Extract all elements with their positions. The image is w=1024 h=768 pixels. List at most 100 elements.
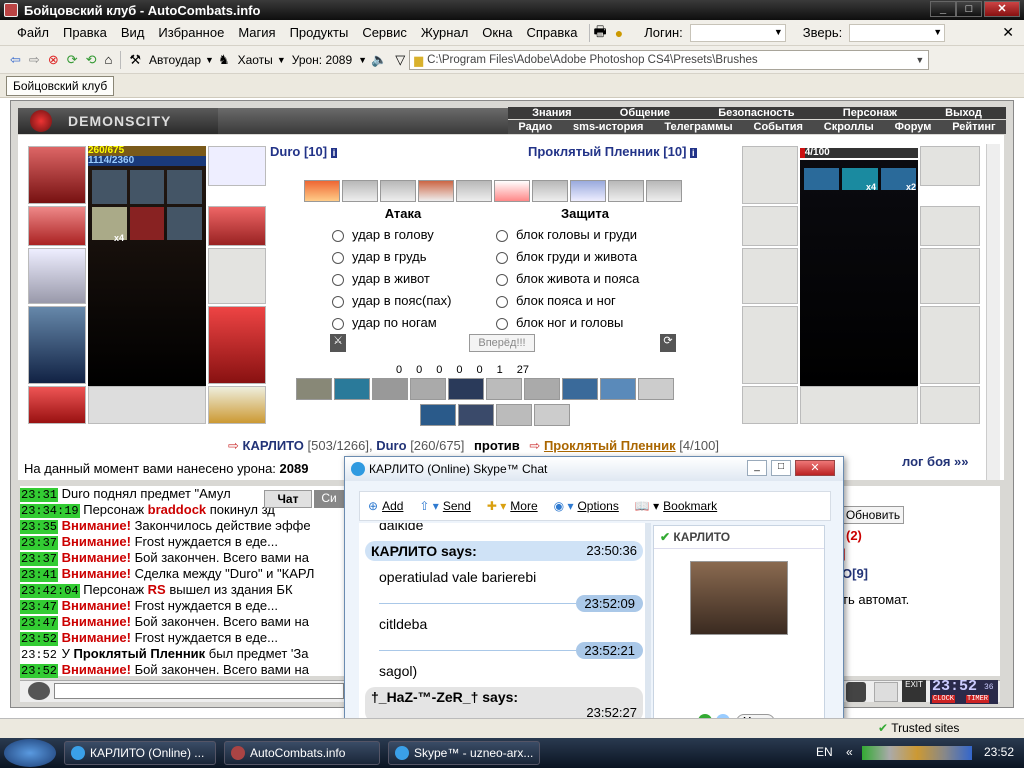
nav-rating[interactable]: Рейтинг bbox=[952, 121, 995, 133]
spell-icon[interactable] bbox=[638, 378, 674, 400]
exit-button[interactable]: EXIT bbox=[902, 680, 926, 702]
nav-events[interactable]: События bbox=[754, 121, 803, 133]
radio-icon[interactable] bbox=[496, 273, 508, 286]
task-skype[interactable]: Skype™ - uzneo-arx... bbox=[388, 741, 540, 765]
spell-icon[interactable] bbox=[562, 378, 598, 400]
nav-knowledge[interactable]: Знания bbox=[532, 107, 571, 119]
more-button[interactable]: More bbox=[510, 499, 537, 513]
p2-shield-slot[interactable] bbox=[920, 248, 980, 304]
nav-sms[interactable]: sms-история bbox=[573, 121, 643, 133]
settings-icon[interactable] bbox=[846, 682, 866, 702]
send-button[interactable]: Send bbox=[443, 499, 471, 513]
chevron-down-icon[interactable]: ▼ bbox=[915, 55, 924, 65]
autohit-button[interactable]: Автоудар bbox=[149, 53, 201, 67]
player-karlito[interactable]: КАРЛИТО bbox=[243, 438, 304, 453]
tray-icons[interactable] bbox=[862, 746, 972, 760]
menu-magic[interactable]: Магия bbox=[231, 25, 282, 40]
p2-weapon-slot[interactable] bbox=[742, 248, 798, 304]
spell-icon[interactable] bbox=[458, 404, 494, 426]
radio-icon[interactable] bbox=[332, 295, 344, 308]
belt-slot[interactable] bbox=[28, 386, 86, 424]
menu-edit[interactable]: Правка bbox=[56, 25, 114, 40]
clock[interactable]: 23:52 bbox=[984, 745, 1014, 759]
forward-button[interactable]: Вперёд!!! bbox=[469, 334, 535, 352]
radio-icon[interactable] bbox=[332, 251, 344, 264]
maximize-button[interactable]: □ bbox=[956, 1, 982, 17]
tray-expand-icon[interactable]: « bbox=[846, 745, 853, 759]
close-button[interactable]: ✕ bbox=[984, 1, 1020, 17]
spell-icon[interactable] bbox=[420, 404, 456, 426]
p2-legs-slot[interactable] bbox=[920, 306, 980, 384]
home-icon[interactable]: ⌂ bbox=[105, 52, 113, 67]
spell-icon[interactable] bbox=[296, 378, 332, 400]
clock-label[interactable]: CLOCK bbox=[932, 695, 956, 703]
radio-icon[interactable] bbox=[496, 317, 508, 330]
attack-chest-option[interactable]: удар в грудь bbox=[332, 246, 492, 268]
refresh-button[interactable]: Обновить bbox=[842, 506, 904, 524]
tools-icon[interactable]: ⚒ bbox=[129, 52, 141, 68]
bag-icon[interactable]: 🖶 bbox=[594, 21, 607, 45]
weapon-slot[interactable] bbox=[28, 248, 86, 304]
tab-fight-club[interactable]: Бойцовский клуб bbox=[6, 76, 115, 96]
skype-maximize-button[interactable]: □ bbox=[771, 460, 791, 476]
login-combo[interactable]: ▼ bbox=[689, 23, 786, 42]
nav-exit[interactable]: Выход bbox=[945, 107, 982, 119]
close-toolbar-icon[interactable]: ✕ bbox=[1002, 24, 1014, 41]
sound-icon[interactable]: 🔈 bbox=[371, 52, 387, 68]
stop-icon[interactable]: ⊗ bbox=[48, 52, 59, 68]
minimize-button[interactable]: _ bbox=[930, 1, 956, 17]
fire-scroll-icon[interactable] bbox=[304, 180, 340, 202]
boots-slot[interactable] bbox=[208, 386, 266, 424]
gloves-slot[interactable] bbox=[208, 206, 266, 246]
attack-groin-option[interactable]: удар в пояс(пах) bbox=[332, 290, 492, 312]
p2-belt-slot[interactable] bbox=[742, 386, 798, 424]
p2-bracer-slot[interactable] bbox=[742, 206, 798, 246]
attack-head-option[interactable]: удар в голову bbox=[332, 224, 492, 246]
chat-input[interactable] bbox=[54, 683, 344, 699]
radio-icon[interactable] bbox=[332, 317, 344, 330]
p2-boots-slot[interactable] bbox=[920, 386, 980, 424]
block-head-chest-option[interactable]: блок головы и груди bbox=[496, 224, 686, 246]
refresh-icon[interactable]: ⟳ bbox=[67, 52, 78, 68]
nav-security[interactable]: Безопасность bbox=[718, 107, 794, 119]
online-list-item[interactable]: О[9] bbox=[842, 566, 868, 581]
ring-slot[interactable] bbox=[208, 146, 266, 186]
chevron-down-icon[interactable]: ▼ bbox=[358, 55, 367, 65]
back-icon[interactable]: ⇦ bbox=[10, 52, 21, 68]
spell-icon[interactable] bbox=[486, 378, 522, 400]
nav-radio[interactable]: Радио bbox=[518, 121, 552, 133]
skype-minimize-button[interactable]: _ bbox=[747, 460, 767, 476]
radio-icon[interactable] bbox=[332, 273, 344, 286]
menu-service[interactable]: Сервис bbox=[355, 25, 414, 40]
timer-label[interactable]: TIMER bbox=[966, 695, 990, 703]
p1-runes-slot[interactable] bbox=[88, 386, 206, 424]
coin-icon[interactable]: ● bbox=[615, 25, 623, 41]
lock-icon[interactable] bbox=[874, 682, 898, 702]
radio-icon[interactable] bbox=[496, 229, 508, 242]
p1-name[interactable]: Duro [10] i bbox=[270, 144, 338, 159]
swap-right-icon[interactable]: ⟳ bbox=[660, 334, 676, 352]
shield-slot[interactable] bbox=[208, 248, 266, 304]
spell-icon[interactable] bbox=[496, 404, 532, 426]
player-duro[interactable]: Duro bbox=[376, 438, 406, 453]
scroll-icon[interactable] bbox=[380, 180, 416, 202]
attack-legs-option[interactable]: удар по ногам bbox=[332, 312, 492, 334]
start-button[interactable] bbox=[4, 739, 56, 767]
scroll-icon[interactable] bbox=[342, 180, 378, 202]
filter-icon[interactable]: ▽ bbox=[395, 52, 405, 68]
spell-icon[interactable] bbox=[600, 378, 636, 400]
effect-icon[interactable] bbox=[129, 170, 165, 204]
effect-icon[interactable] bbox=[167, 206, 202, 240]
game-scrollbar[interactable] bbox=[986, 144, 1000, 480]
menu-help[interactable]: Справка bbox=[520, 25, 585, 40]
address-bar[interactable]: ▆ C:\Program Files\Adobe\Adobe Photoshop… bbox=[409, 49, 930, 70]
legs-slot[interactable] bbox=[208, 306, 266, 384]
chevron-down-icon[interactable]: ▼ bbox=[205, 55, 214, 65]
spell-icon[interactable] bbox=[448, 378, 484, 400]
p2-name[interactable]: Проклятый Пленник [10] i bbox=[528, 144, 697, 159]
effect-icon[interactable] bbox=[167, 170, 202, 204]
nav-communication[interactable]: Общение bbox=[620, 107, 670, 119]
block-legs-head-option[interactable]: блок ног и головы bbox=[496, 312, 686, 334]
damage-readout[interactable]: Урон: 2089 bbox=[292, 53, 352, 67]
bracer-slot[interactable] bbox=[28, 206, 86, 246]
